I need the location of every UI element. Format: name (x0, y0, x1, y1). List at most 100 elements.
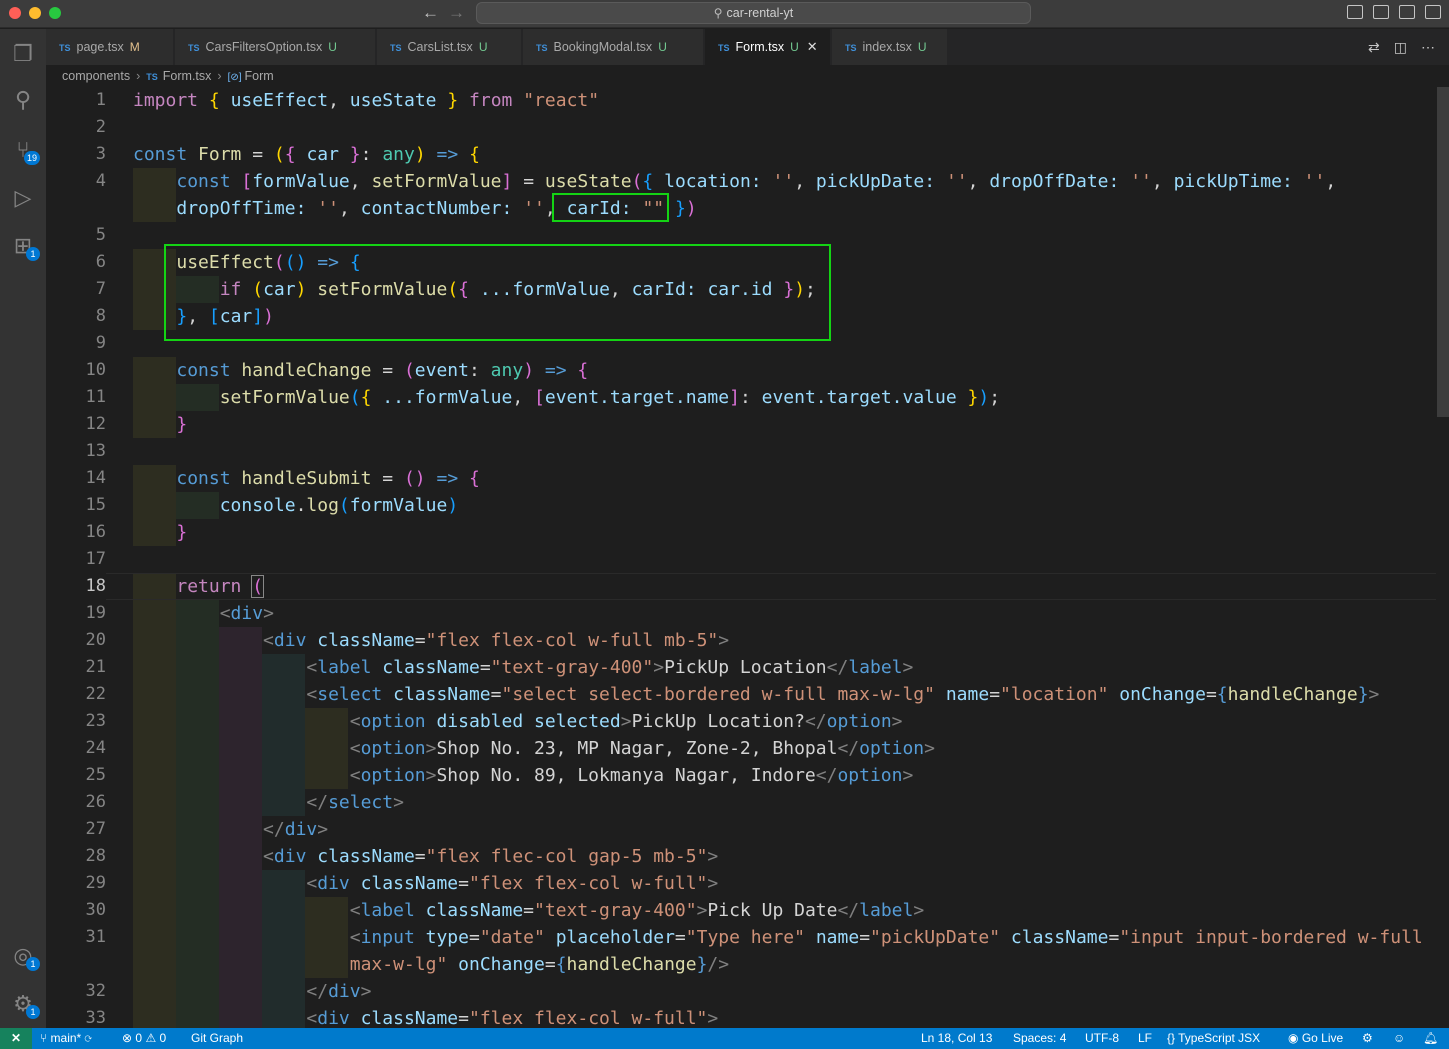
extensions-badge: 1 (26, 247, 40, 261)
breadcrumb-symbol[interactable]: Form (245, 69, 274, 83)
source-control-badge: 19 (23, 151, 40, 165)
branch-indicator[interactable]: ⑂ main* ⟳ (40, 1028, 92, 1049)
code-line: setFormValue({ ...formValue, [event.targ… (219, 387, 1001, 408)
code-line: </div> (306, 981, 372, 1002)
code-line: </select> (306, 792, 404, 813)
line-number: 13 (85, 441, 106, 461)
line-number: 24 (85, 738, 106, 758)
code-line: <option>Shop No. 23, MP Nagar, Zone-2, B… (349, 738, 935, 759)
go-live-label: Go Live (1301, 1031, 1344, 1045)
typescript-icon: TS (536, 43, 548, 53)
cursor-position[interactable]: Ln 18, Col 13 (921, 1028, 992, 1049)
notifications-bell-icon[interactable]: 🔔︎ (1423, 1028, 1438, 1049)
code-line: import { useEffect, useState } from "rea… (133, 90, 600, 111)
editor-tab-bar: TS page.tsx M TS CarsFiltersOption.tsx U TS C… (46, 29, 1449, 65)
problems-indicator[interactable]: ⊗ 0 ⚠ 0 (122, 1028, 166, 1049)
line-number: 28 (85, 846, 106, 866)
line-number: 11 (85, 387, 106, 407)
line-number: 7 (95, 279, 106, 299)
tab-label: BookingModal.tsx (553, 40, 653, 54)
code-editor[interactable]: 1 2 3 4 5 6 7 8 9 10 11 12 13 14 15 16 17 18 19 20 21 22 23 24 2… (46, 87, 1449, 1028)
line-number: 33 (85, 1008, 106, 1028)
line-number: 6 (95, 252, 106, 272)
toggle-secondary-sidebar-icon[interactable] (1399, 5, 1415, 19)
tab-status: U (478, 40, 488, 54)
search-icon[interactable]: ⚲ (0, 77, 46, 123)
line-number: 20 (85, 630, 106, 650)
explorer-icon[interactable]: ❐ (0, 31, 46, 77)
split-editor-icon[interactable]: ◫ (1394, 39, 1407, 56)
compare-changes-icon[interactable]: ⇄ (1368, 39, 1380, 56)
settings-gear-icon[interactable]: ⚙ 1 (0, 981, 46, 1027)
breadcrumb-file[interactable]: Form.tsx (163, 69, 212, 83)
accounts-icon[interactable]: ◎ 1 (0, 933, 46, 979)
maximize-window-button[interactable] (49, 7, 61, 19)
toggle-panel-icon[interactable] (1373, 5, 1389, 19)
code-line: <option disabled selected>PickUp Locatio… (349, 711, 903, 732)
typescript-icon: TS (390, 43, 402, 53)
tab-index-tsx[interactable]: TS index.tsx U (832, 29, 948, 65)
braces-icon: {} (1167, 1031, 1176, 1045)
line-number: 3 (95, 144, 106, 164)
code-line: <label className="text-gray-400">PickUp … (306, 657, 914, 678)
tab-status: U (790, 40, 799, 54)
line-number: 19 (85, 603, 106, 623)
run-debug-icon[interactable]: ▷ (0, 175, 46, 221)
go-live-button[interactable]: ◉ Go Live (1288, 1028, 1343, 1049)
chevron-right-icon: › (136, 69, 141, 83)
close-window-button[interactable] (9, 7, 21, 19)
code-line: console.log(formValue) (219, 495, 459, 516)
command-center-label: car-rental-yt (726, 6, 794, 20)
scrollbar-thumb[interactable] (1437, 87, 1449, 417)
encoding-indicator[interactable]: UTF-8 (1085, 1028, 1119, 1049)
code-line: <select className="select select-bordere… (306, 684, 1380, 705)
remote-indicator-icon[interactable]: ✕ (0, 1028, 32, 1049)
line-number: 5 (95, 225, 106, 245)
arrow-left-icon[interactable]: ← (422, 3, 439, 23)
code-line: <div className="flex flec-col gap-5 mb-5… (263, 846, 719, 867)
language-label: TypeScript JSX (1178, 1031, 1261, 1045)
indentation-indicator[interactable]: Spaces: 4 (1013, 1028, 1066, 1049)
tab-status: U (658, 40, 667, 54)
minimize-window-button[interactable] (29, 7, 41, 19)
warning-count: 0 (159, 1031, 167, 1045)
breadcrumb-folder[interactable]: components (62, 69, 130, 83)
line-number: 4 (95, 171, 106, 191)
git-graph-button[interactable]: Git Graph (191, 1028, 243, 1049)
eol-indicator[interactable]: LF (1138, 1028, 1152, 1049)
tab-carsfiltersoption-tsx[interactable]: TS CarsFiltersOption.tsx U (175, 29, 376, 65)
code-line: const [formValue, setFormValue] = useSta… (176, 171, 1337, 192)
line-number: 8 (95, 306, 106, 326)
line-number: 30 (85, 900, 106, 920)
customize-layout-icon[interactable] (1425, 5, 1441, 19)
tab-status: U (917, 40, 927, 54)
search-icon: ⚲ (713, 6, 723, 20)
close-icon[interactable]: ✕ (807, 39, 818, 54)
feedback-icon[interactable]: ☺ (1393, 1028, 1405, 1049)
code-line: max-w-lg" onChange={handleChange}/> (349, 954, 730, 975)
command-center-search[interactable]: ⚲ car-rental-yt (476, 2, 1031, 24)
code-line: <label className="text-gray-400">Pick Up… (349, 900, 925, 921)
copilot-icon[interactable]: ⚙ (1362, 1028, 1373, 1049)
code-line: const Form = ({ car }: any) => { (133, 144, 480, 165)
accounts-badge: 1 (26, 957, 40, 971)
warning-icon: ⚠ (145, 1031, 157, 1045)
tab-bookingmodal-tsx[interactable]: TS BookingModal.tsx U (523, 29, 704, 65)
sync-icon: ⟳ (84, 1031, 92, 1045)
error-icon: ⊗ (122, 1031, 133, 1045)
toggle-primary-sidebar-icon[interactable] (1347, 5, 1363, 19)
language-mode[interactable]: {} TypeScript JSX (1167, 1028, 1260, 1049)
line-number: 18 (85, 576, 106, 596)
extensions-icon[interactable]: ⊞ 1 (0, 223, 46, 269)
highlight-box-useeffect (164, 244, 831, 341)
vertical-scrollbar[interactable] (1437, 87, 1449, 1028)
code-line: return ( (176, 575, 265, 598)
source-control-icon[interactable]: ⑂ 19 (0, 127, 46, 173)
typescript-icon: TS (146, 72, 158, 82)
more-actions-icon[interactable]: ⋯ (1421, 39, 1435, 56)
tab-form-tsx[interactable]: TS Form.tsx U ✕ (705, 29, 831, 65)
tab-carslist-tsx[interactable]: TS CarsList.tsx U (377, 29, 522, 65)
arrow-right-icon[interactable]: → (448, 3, 465, 23)
tab-page-tsx[interactable]: TS page.tsx M (46, 29, 174, 65)
line-number (46, 951, 106, 978)
